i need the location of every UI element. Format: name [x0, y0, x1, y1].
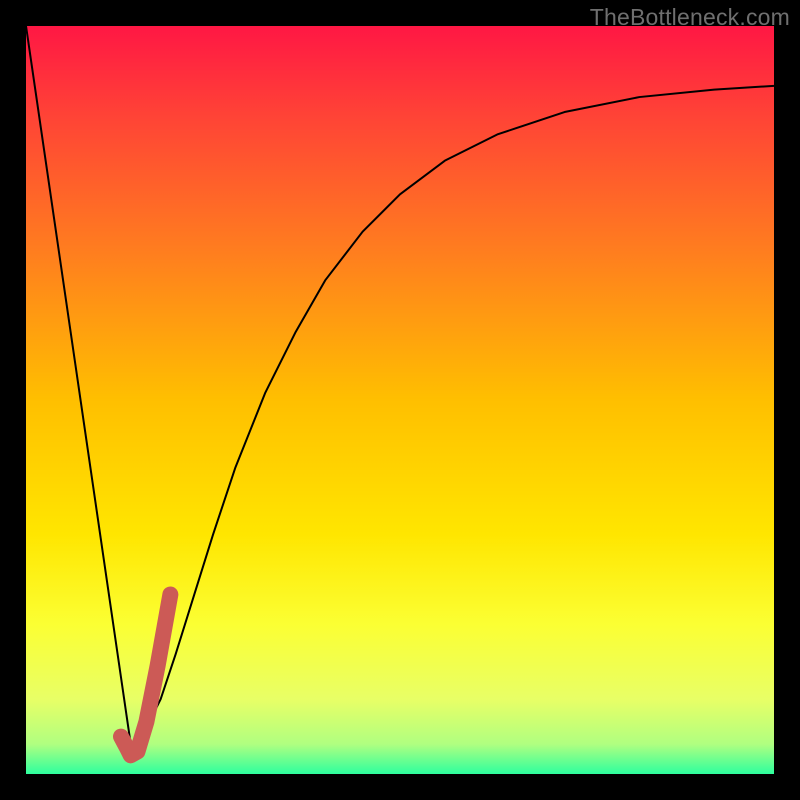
chart-svg	[26, 26, 774, 774]
chart-frame: TheBottleneck.com	[0, 0, 800, 800]
chart-background	[26, 26, 774, 774]
plot-area	[26, 26, 774, 774]
watermark-text: TheBottleneck.com	[590, 4, 790, 31]
